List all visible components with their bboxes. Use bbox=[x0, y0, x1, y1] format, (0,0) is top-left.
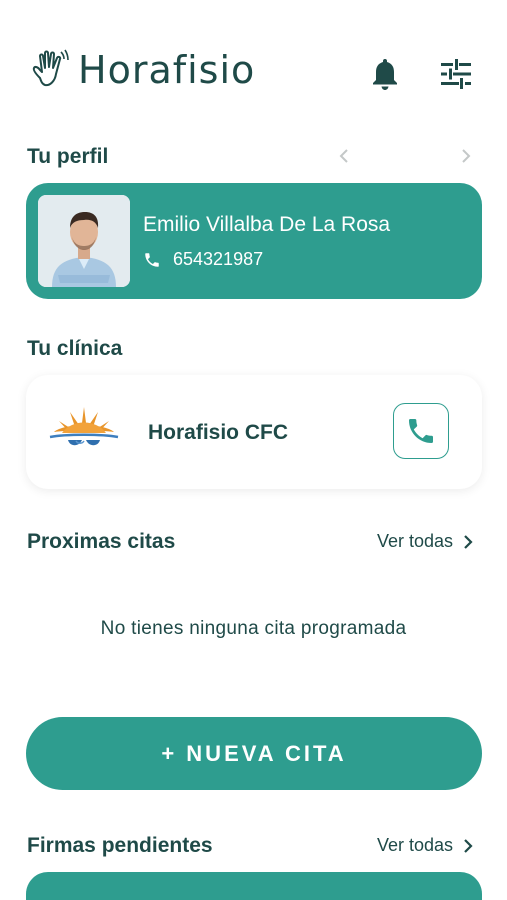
phone-icon bbox=[145, 252, 159, 267]
empty-appointments-message: No tienes ninguna cita programada bbox=[100, 618, 407, 639]
profile-phone-number: 654321987 bbox=[173, 249, 264, 269]
app-title: Horafisio bbox=[78, 48, 256, 92]
clinic-logo bbox=[49, 407, 119, 446]
clinic-call-button[interactable] bbox=[393, 403, 449, 459]
appointments-see-all-label: Ver todas bbox=[376, 531, 453, 551]
app-logo: Horafisio bbox=[30, 48, 255, 92]
chevron-right-icon bbox=[464, 534, 473, 549]
profile-name: Emilio Villalba De La Rosa bbox=[143, 213, 391, 236]
avatar bbox=[38, 195, 130, 287]
chevron-right-icon bbox=[464, 838, 473, 853]
phone-icon bbox=[409, 419, 433, 443]
profile-card[interactable]: Emilio Villalba De La Rosa 654321987 bbox=[26, 183, 482, 299]
app-header: Horafisio bbox=[0, 0, 507, 110]
appointments-section-title: Proximas citas bbox=[27, 530, 176, 553]
signatures-section-title: Firmas pendientes bbox=[27, 834, 213, 857]
clinic-card[interactable]: Horafisio CFC bbox=[26, 375, 482, 489]
tune-icon[interactable] bbox=[439, 58, 473, 90]
new-appointment-button[interactable]: + NUEVA CITA bbox=[26, 717, 482, 790]
appointments-see-all-link[interactable]: Ver todas bbox=[377, 531, 473, 552]
hand-logo-icon bbox=[32, 49, 69, 87]
signatures-see-all-link[interactable]: Ver todas bbox=[377, 835, 473, 856]
chevron-right-icon[interactable] bbox=[460, 148, 472, 164]
signatures-see-all-label: Ver todas bbox=[376, 835, 453, 855]
profile-section-title: Tu perfil bbox=[27, 145, 109, 168]
clinic-name: Horafisio CFC bbox=[148, 421, 289, 444]
bell-icon[interactable] bbox=[369, 56, 401, 92]
clinic-section-title: Tu clínica bbox=[27, 337, 123, 360]
chevron-left-icon[interactable] bbox=[338, 148, 350, 164]
profile-phone: 654321987 bbox=[143, 249, 263, 270]
pending-signature-card[interactable] bbox=[26, 872, 482, 900]
